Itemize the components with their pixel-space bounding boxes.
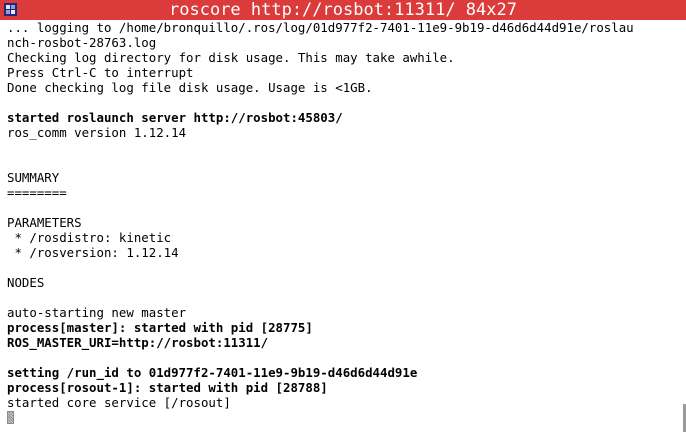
terminal-line: Press Ctrl-C to interrupt (7, 65, 194, 80)
terminal-output[interactable]: ... logging to /home/bronquillo/.ros/log… (7, 20, 679, 432)
terminal-cursor (7, 411, 14, 424)
terminal-line: ... logging to /home/bronquillo/.ros/log… (7, 20, 634, 35)
terminal-line: nch-rosbot-28763.log (7, 35, 157, 50)
terminal-line: SUMMARY (7, 170, 60, 185)
terminal-line: Done checking log file disk usage. Usage… (7, 80, 373, 95)
terminal-line: * /rosdistro: kinetic (7, 230, 172, 245)
terminal-line: NODES (7, 275, 45, 290)
window-menu-icon[interactable] (4, 3, 17, 16)
terminal-line: started core service [/rosout] (7, 395, 231, 410)
terminal-line: process[rosout-1]: started with pid [287… (7, 380, 328, 395)
terminal-line: auto-starting new master (7, 305, 187, 320)
prompt-line[interactable] (7, 410, 679, 425)
window-title: roscore http://rosbot:11311/ 84x27 (169, 0, 517, 20)
terminal-line: process[master]: started with pid [28775… (7, 320, 313, 335)
terminal-line: PARAMETERS (7, 215, 82, 230)
terminal-window: roscore http://rosbot:11311/ 84x27 ... l… (0, 0, 686, 432)
terminal-line: Checking log directory for disk usage. T… (7, 50, 455, 65)
window-titlebar[interactable]: roscore http://rosbot:11311/ 84x27 (0, 0, 686, 20)
terminal-line: setting /run_id to 01d977f2-7401-11e9-9b… (7, 365, 418, 380)
terminal-line: ======== (7, 185, 67, 200)
terminal-line: ROS_MASTER_URI=http://rosbot:11311/ (7, 335, 269, 350)
terminal-line: started roslaunch server http://rosbot:4… (7, 110, 343, 125)
terminal-line: ros_comm version 1.12.14 (7, 125, 187, 140)
terminal-line: * /rosversion: 1.12.14 (7, 245, 179, 260)
